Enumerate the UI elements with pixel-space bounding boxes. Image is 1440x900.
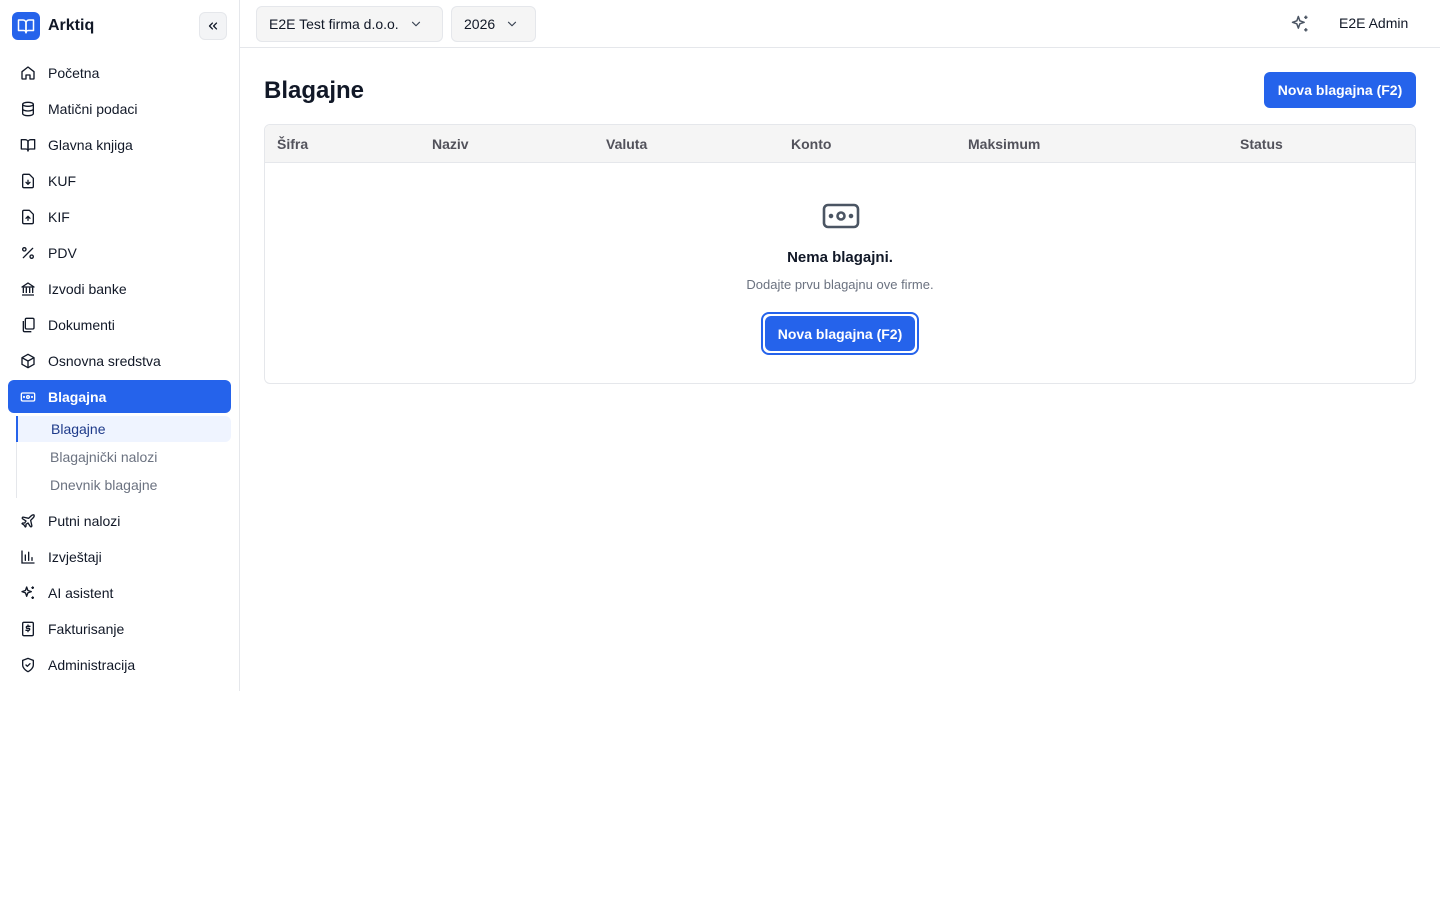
new-cash-register-button[interactable]: Nova blagajna (F2) — [1264, 72, 1416, 108]
sidebar-nav: Početna Matični podaci Glavna knjiga KUF… — [8, 56, 231, 684]
home-icon — [20, 65, 36, 81]
sidebar-item-dokumenti[interactable]: Dokumenti — [8, 308, 231, 341]
sidebar-item-label: Izvodi banke — [48, 280, 127, 297]
chevron-down-icon — [508, 21, 517, 27]
sparkles-icon — [1291, 15, 1308, 32]
column-header-valuta[interactable]: Valuta — [606, 136, 647, 152]
column-header-sifra[interactable]: Šifra — [277, 136, 308, 152]
cash-icon — [822, 202, 860, 233]
book-open-logo-icon — [12, 12, 40, 40]
sidebar-item-ai-asistent[interactable]: AI asistent — [8, 576, 231, 609]
user-menu[interactable]: E2E Admin — [1339, 15, 1408, 31]
sidebar-item-label: Fakturisanje — [48, 620, 125, 637]
topbar: E2E Test firma d.o.o. 2026 E2E Admin — [240, 0, 1440, 48]
documents-icon — [20, 317, 36, 333]
sparkles-icon — [20, 585, 36, 601]
bank-icon — [20, 281, 36, 297]
plane-icon — [20, 513, 36, 529]
sidebar-item-label: Administracija — [48, 656, 136, 673]
sidebar-item-label: Putni nalozi — [48, 512, 121, 529]
sidebar-item-label: AI asistent — [48, 584, 114, 601]
box-icon — [20, 353, 36, 369]
sidebar-item-label: KIF — [48, 208, 70, 225]
company-select[interactable]: E2E Test firma d.o.o. — [256, 6, 443, 42]
column-header-maksimum[interactable]: Maksimum — [968, 136, 1040, 152]
sidebar-item-label: Blagajna — [48, 388, 107, 405]
cash-icon — [20, 389, 36, 405]
sidebar-item-kif[interactable]: KIF — [8, 200, 231, 233]
sidebar-item-pocetna[interactable]: Početna — [8, 56, 231, 89]
sidebar-item-izvodi-banke[interactable]: Izvodi banke — [8, 272, 231, 305]
sidebar-item-label: Početna — [48, 64, 100, 81]
percent-icon — [20, 245, 36, 261]
subitem-blagajnicki-nalozi[interactable]: Blagajnički nalozi — [16, 444, 231, 470]
sidebar: Arktiq Početna Matični podaci Glavna knj… — [0, 0, 240, 691]
sidebar-item-label: Matični podaci — [48, 100, 138, 117]
collapse-sidebar-button[interactable] — [199, 12, 227, 40]
company-select-value: E2E Test firma d.o.o. — [269, 16, 399, 32]
column-header-naziv[interactable]: Naziv — [432, 136, 469, 152]
sidebar-item-label: Glavna knjiga — [48, 136, 133, 153]
sidebar-item-osnovna-sredstva[interactable]: Osnovna sredstva — [8, 344, 231, 377]
sidebar-item-putni-nalozi[interactable]: Putni nalozi — [8, 504, 231, 537]
empty-state-title: Nema blagajni. — [787, 249, 893, 266]
blagajna-submenu: Blagajne Blagajnički nalozi Dnevnik blag… — [16, 416, 231, 498]
sidebar-item-fakturisanje[interactable]: Fakturisanje — [8, 612, 231, 645]
subitem-dnevnik-blagajne[interactable]: Dnevnik blagajne — [16, 472, 231, 498]
dollar-file-icon — [20, 621, 36, 637]
page-title: Blagajne — [264, 77, 365, 104]
sidebar-item-label: Izvještaji — [48, 548, 102, 565]
book-icon — [20, 137, 36, 153]
ai-assistant-button[interactable] — [1290, 14, 1310, 34]
empty-state-new-button[interactable]: Nova blagajna (F2) — [765, 316, 915, 351]
shield-icon — [20, 657, 36, 673]
empty-state-subtitle: Dodajte prvu blagajnu ove firme. — [746, 277, 934, 292]
sidebar-item-izvjestaji[interactable]: Izvještaji — [8, 540, 231, 573]
sidebar-item-pdv[interactable]: PDV — [8, 236, 231, 269]
sidebar-item-maticni-podaci[interactable]: Matični podaci — [8, 92, 231, 125]
subitem-blagajne[interactable]: Blagajne — [16, 416, 231, 442]
bar-chart-icon — [20, 549, 36, 565]
file-download-icon — [20, 173, 36, 189]
chevrons-left-icon — [208, 22, 218, 30]
column-header-status[interactable]: Status — [1240, 136, 1283, 152]
focus-ring: Nova blagajna (F2) — [761, 312, 919, 355]
sidebar-item-label: KUF — [48, 172, 76, 189]
year-select-value: 2026 — [464, 16, 496, 32]
year-select[interactable]: 2026 — [451, 6, 536, 42]
file-upload-icon — [20, 209, 36, 225]
column-header-konto[interactable]: Konto — [791, 136, 831, 152]
app-name: Arktiq — [48, 17, 95, 34]
sidebar-item-label: PDV — [48, 244, 77, 261]
table-header: Šifra Naziv Valuta Konto Maksimum Status — [265, 125, 1415, 163]
sidebar-item-kuf[interactable]: KUF — [8, 164, 231, 197]
sidebar-item-blagajna[interactable]: Blagajna — [8, 380, 231, 413]
chevron-down-icon — [411, 21, 420, 27]
cash-registers-table: Šifra Naziv Valuta Konto Maksimum Status… — [264, 124, 1416, 384]
sidebar-item-glavna-knjiga[interactable]: Glavna knjiga — [8, 128, 231, 161]
sidebar-item-label: Dokumenti — [48, 316, 115, 333]
brand[interactable]: Arktiq — [12, 12, 94, 40]
database-icon — [20, 101, 36, 117]
sidebar-item-administracija[interactable]: Administracija — [8, 648, 231, 681]
sidebar-item-label: Osnovna sredstva — [48, 352, 161, 369]
